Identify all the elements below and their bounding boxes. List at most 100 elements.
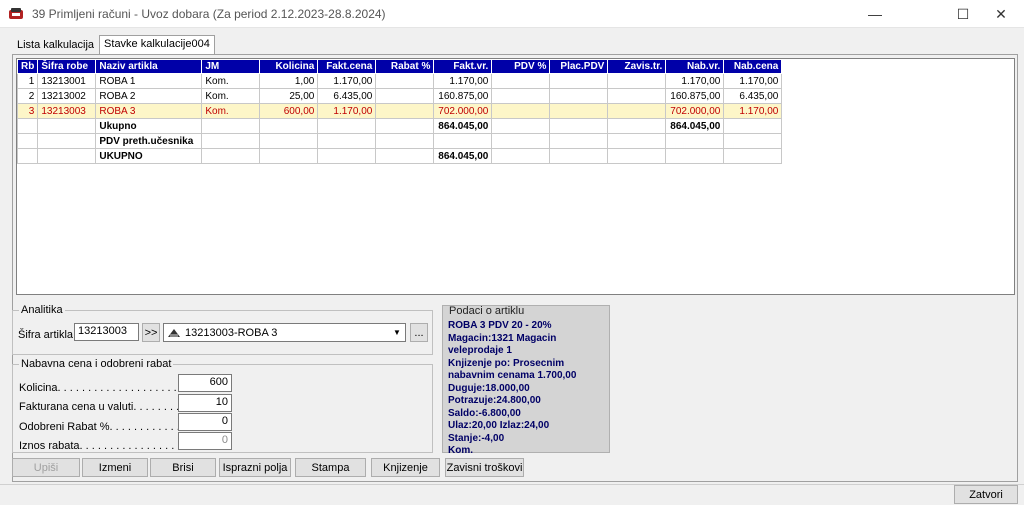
total-fakt-vr: 864.045,00 xyxy=(433,148,493,164)
cell-sifra: 13213003 xyxy=(37,103,97,119)
col-header-nab-vr[interactable]: Nab.vr. xyxy=(665,59,725,74)
col-header-plac-pdv[interactable]: Plac.PDV xyxy=(549,59,609,74)
rabat-label: Odobreni Rabat %. . . . . . . . . . . . … xyxy=(19,421,199,433)
status-bar xyxy=(0,484,1024,505)
cell-jm: Kom. xyxy=(201,103,261,119)
fakt-cena-input[interactable]: 10 xyxy=(178,394,232,412)
podaci-legend: Podaci o artiklu xyxy=(449,305,525,317)
cell-rabat xyxy=(375,73,435,89)
upisi-button[interactable]: Upiši xyxy=(12,458,80,477)
cell-sifra: 13213002 xyxy=(37,88,97,104)
cell-rb: 3 xyxy=(17,103,39,119)
iznos-rabata-input: 0 xyxy=(178,432,232,450)
cell-nab-cena: 1.170,00 xyxy=(723,73,783,89)
stampa-button[interactable]: Stampa xyxy=(295,458,366,477)
cell-naziv: ROBA 3 xyxy=(95,103,203,119)
col-header-kolicina[interactable]: Kolicina xyxy=(259,59,319,74)
cell-nab-cena: 6.435,00 xyxy=(723,88,783,104)
col-header-jm[interactable]: JM xyxy=(201,59,261,74)
cell-nab-vr: 702.000,00 xyxy=(665,103,725,119)
tab-strip: Lista kalkulacija Stavke kalkulacije004 xyxy=(12,35,215,54)
cell-pdv xyxy=(491,73,551,89)
cell-nab-cena: 1.170,00 xyxy=(723,103,783,119)
col-header-naziv[interactable]: Naziv artikla xyxy=(95,59,203,74)
kolicina-label: Kolicina. . . . . . . . . . . . . . . . … xyxy=(19,382,202,394)
cell-pdv xyxy=(491,103,551,119)
grid-header-row: Rb Šifra robe Naziv artikla JM Kolicina … xyxy=(17,59,783,74)
iznos-rabata-label: Iznos rabata. . . . . . . . . . . . . . … xyxy=(19,440,193,452)
cell-fakt-vr: 702.000,00 xyxy=(433,103,493,119)
cell-naziv: ROBA 1 xyxy=(95,73,203,89)
nabavna-legend: Nabavna cena i odobreni rabat xyxy=(19,358,174,370)
items-grid[interactable]: Rb Šifra robe Naziv artikla JM Kolicina … xyxy=(16,58,1015,295)
zavisni-troskovi-button[interactable]: Zavisni troškovi xyxy=(445,458,524,477)
cell-fakt-cena: 1.170,00 xyxy=(317,103,377,119)
window-title: 39 Primljeni računi - Uvoz dobara (Za pe… xyxy=(32,6,386,21)
cell-naziv: ROBA 2 xyxy=(95,88,203,104)
knjizenje-button[interactable]: Knjizenje xyxy=(371,458,440,477)
table-row[interactable]: 2 13213002 ROBA 2 Kom. 25,00 6.435,00 16… xyxy=(17,88,783,104)
podaci-line: Knjizenje po: Prosecnim xyxy=(448,357,565,369)
cell-pdv xyxy=(491,88,551,104)
col-header-nab-cena[interactable]: Nab.cena xyxy=(723,59,783,74)
cell-kolicina: 600,00 xyxy=(259,103,319,119)
podaci-line: ROBA 3 PDV 20 - 20% xyxy=(448,320,552,331)
podaci-line: Duguje:18.000,00 xyxy=(448,382,530,394)
col-header-zavis[interactable]: Zavis.tr. xyxy=(607,59,667,74)
table-row[interactable]: 1 13213001 ROBA 1 Kom. 1,00 1.170,00 1.1… xyxy=(17,73,783,89)
rabat-input[interactable]: 0 xyxy=(178,413,232,431)
ellipsis-button[interactable]: ... xyxy=(410,323,428,342)
isprazni-polja-button[interactable]: Isprazni polja xyxy=(219,458,291,477)
col-header-pdv[interactable]: PDV % xyxy=(491,59,551,74)
zatvori-button[interactable]: Zatvori xyxy=(954,485,1018,504)
cell-fakt-vr: 160.875,00 xyxy=(433,88,493,104)
podaci-line: Saldo:-6.800,00 xyxy=(448,407,521,419)
summary-row-ukupno: Ukupno 864.045,00 864.045,00 xyxy=(17,118,783,134)
col-header-rabat[interactable]: Rabat % xyxy=(375,59,435,74)
kolicina-input[interactable]: 600 xyxy=(178,374,232,392)
app-icon xyxy=(8,7,24,21)
cell-jm: Kom. xyxy=(201,73,261,89)
cell-plac-pdv xyxy=(549,73,609,89)
cell-jm: Kom. xyxy=(201,88,261,104)
total-label: UKUPNO xyxy=(95,148,203,164)
artikal-select-value: 13213003-ROBA 3 xyxy=(185,326,278,339)
cell-zavis xyxy=(607,103,667,119)
sifra-artikla-label: Šifra artikla. xyxy=(18,329,77,341)
cell-rabat xyxy=(375,88,435,104)
summary-row-total: UKUPNO 864.045,00 xyxy=(17,148,783,164)
col-header-sifra[interactable]: Šifra robe xyxy=(37,59,97,74)
artikal-icon xyxy=(167,327,181,339)
podaci-line: veleprodaje 1 xyxy=(448,345,512,356)
tab-stavke-kalkulacije[interactable]: Stavke kalkulacije004 xyxy=(99,35,215,54)
table-row-selected[interactable]: 3 13213003 ROBA 3 Kom. 600,00 1.170,00 7… xyxy=(17,103,783,119)
cell-zavis xyxy=(607,73,667,89)
cell-plac-pdv xyxy=(549,88,609,104)
cell-nab-vr: 160.875,00 xyxy=(665,88,725,104)
cell-rb: 1 xyxy=(17,73,39,89)
close-button[interactable]: ✕ xyxy=(978,0,1024,28)
brisi-button[interactable]: Brisi xyxy=(150,458,216,477)
cell-sifra: 13213001 xyxy=(37,73,97,89)
cell-rabat xyxy=(375,103,435,119)
tab-lista-kalkulacija[interactable]: Lista kalkulacija xyxy=(12,36,99,54)
chevron-down-icon[interactable]: ▼ xyxy=(389,324,405,341)
title-bar: 39 Primljeni računi - Uvoz dobara (Za pe… xyxy=(0,0,1024,28)
cell-nab-vr: 1.170,00 xyxy=(665,73,725,89)
sifra-artikla-input[interactable]: 13213003 xyxy=(74,323,139,341)
items-table: Rb Šifra robe Naziv artikla JM Kolicina … xyxy=(17,59,783,164)
ukupno-nab-vr: 864.045,00 xyxy=(665,118,725,134)
col-header-rb[interactable]: Rb xyxy=(17,59,39,74)
podaci-line: Potrazuje:24.800,00 xyxy=(448,395,541,406)
jump-button[interactable]: >> xyxy=(142,323,160,342)
izmeni-button[interactable]: Izmeni xyxy=(82,458,148,477)
col-header-fakt-cena[interactable]: Fakt.cena xyxy=(317,59,377,74)
cell-rb: 2 xyxy=(17,88,39,104)
podaci-line: Magacin:1321 Magacin xyxy=(448,332,557,344)
podaci-lines: ROBA 3 PDV 20 - 20% Magacin:1321 Magacin… xyxy=(448,320,608,458)
col-header-fakt-vr[interactable]: Fakt.vr. xyxy=(433,59,493,74)
artikal-select[interactable]: 13213003-ROBA 3 ▼ xyxy=(163,323,406,342)
analitika-legend: Analitika xyxy=(19,304,65,316)
minimize-button[interactable]: — xyxy=(852,0,898,28)
podaci-line: nabavnim cenama 1.700,00 xyxy=(448,370,577,381)
